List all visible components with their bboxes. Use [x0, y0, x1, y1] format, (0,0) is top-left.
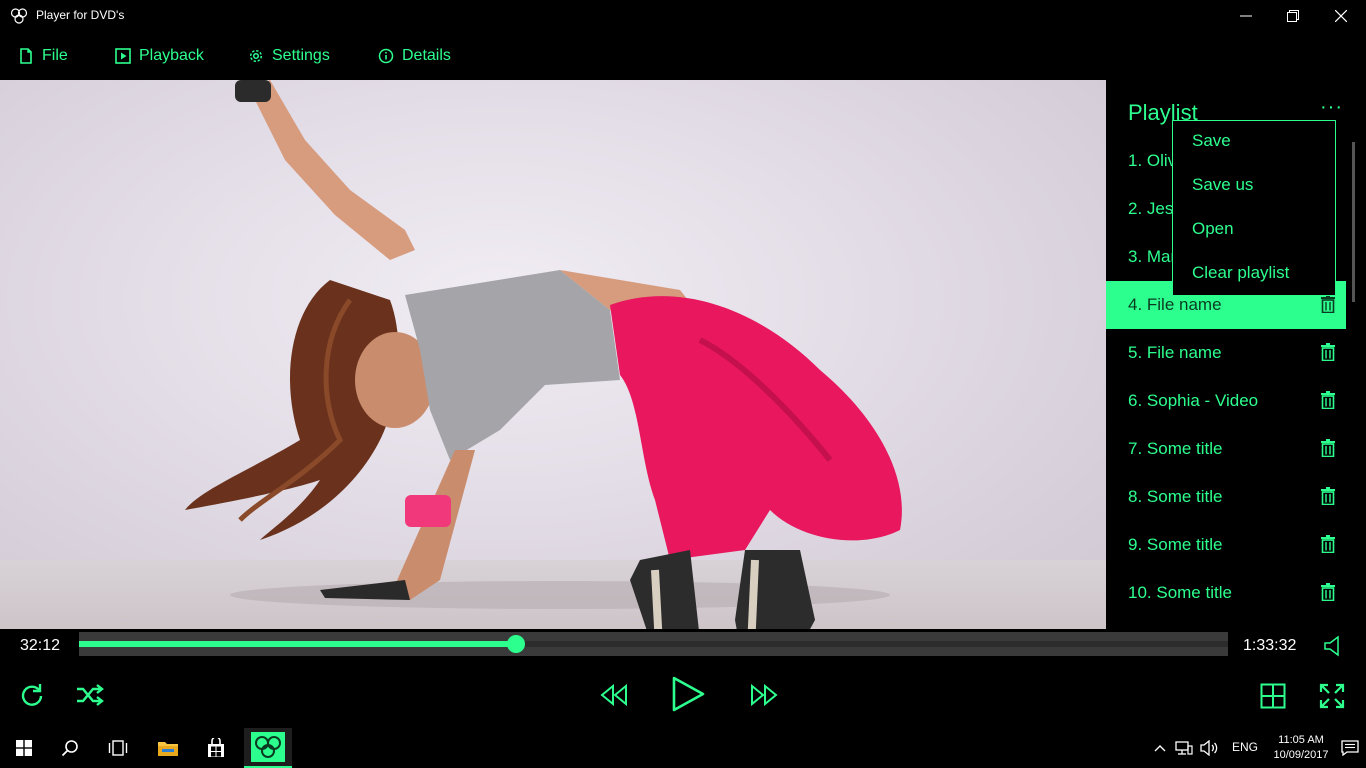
app-title: Player for DVD's: [36, 8, 125, 22]
show-hidden-icons-button[interactable]: [1148, 728, 1172, 768]
trash-icon[interactable]: [1320, 391, 1336, 409]
minimize-button[interactable]: [1222, 0, 1270, 32]
current-time: 32:12: [20, 637, 61, 654]
trash-icon[interactable]: [1320, 535, 1336, 553]
playback-controls: [0, 663, 1366, 728]
search-icon: [61, 740, 78, 757]
repeat-button[interactable]: [18, 681, 46, 709]
restore-button[interactable]: [1269, 0, 1317, 32]
file-explorer-button[interactable]: [144, 728, 192, 768]
playlist-scrollbar[interactable]: [1352, 142, 1355, 302]
fast-forward-button[interactable]: [750, 682, 778, 708]
folder-icon: [158, 742, 178, 756]
player-app-icon: [251, 732, 285, 762]
dancer-video-frame: [185, 80, 902, 629]
playlist-item[interactable]: 8. Some title: [1106, 473, 1346, 521]
menu-item-save-us[interactable]: Save us: [1192, 175, 1253, 195]
menu-settings-label: Settings: [272, 47, 330, 64]
close-icon: [1335, 10, 1347, 22]
playlist-context-menu: Save Save us Open Clear playlist: [1172, 120, 1336, 296]
menu-details[interactable]: Details: [378, 44, 451, 68]
trash-icon[interactable]: [1320, 439, 1336, 457]
playlist-item-label: 6. Sophia - Video: [1128, 391, 1259, 410]
input-language[interactable]: ENG: [1232, 740, 1258, 754]
info-icon: [378, 48, 394, 64]
menu-details-label: Details: [402, 47, 451, 64]
rewind-button[interactable]: [600, 682, 628, 708]
windows-logo-icon: [16, 740, 32, 756]
chevron-up-icon: [1154, 745, 1166, 752]
volume-tray-button[interactable]: [1196, 728, 1222, 768]
shuffle-button[interactable]: [74, 681, 106, 709]
start-button[interactable]: [0, 728, 48, 768]
playlist-item[interactable]: 6. Sophia - Video: [1106, 377, 1346, 425]
clock-time[interactable]: 11:05 AM: [1270, 734, 1332, 746]
playlist-item-label: 9. Some title: [1128, 535, 1223, 554]
trash-icon[interactable]: [1320, 295, 1336, 313]
store-icon: [208, 738, 224, 757]
network-button[interactable]: [1172, 728, 1196, 768]
repeat-icon: [21, 684, 43, 706]
playlist-item[interactable]: 9. Some title: [1106, 521, 1346, 569]
trash-icon[interactable]: [1320, 487, 1336, 505]
seek-bar-row: 32:12 1:33:32: [0, 629, 1366, 663]
trash-icon[interactable]: [1320, 343, 1336, 361]
close-button[interactable]: [1317, 0, 1365, 32]
fullscreen-icon: [1319, 683, 1345, 709]
playlist-item[interactable]: 7. Some title: [1106, 425, 1346, 473]
network-icon: [1175, 741, 1193, 755]
play-icon: [672, 676, 705, 712]
menu-file-label: File: [42, 47, 68, 64]
shuffle-icon: [77, 684, 104, 706]
total-time: 1:33:32: [1243, 637, 1297, 654]
playlist-item-label: 7. Some title: [1128, 439, 1223, 458]
menu-bar: File Playback Settings Details: [0, 32, 1366, 80]
play-button[interactable]: [668, 673, 708, 715]
playlist-more-button[interactable]: ···: [1320, 97, 1350, 122]
menu-settings[interactable]: Settings: [248, 44, 330, 68]
windows-taskbar: ENG 11:05 AM 10/09/2017: [0, 728, 1366, 768]
grid-icon: [1260, 683, 1286, 709]
menu-file[interactable]: File: [18, 44, 68, 68]
store-button[interactable]: [192, 728, 240, 768]
notification-icon: [1341, 740, 1359, 756]
taskbar-app-player[interactable]: [244, 728, 292, 768]
fullscreen-button[interactable]: [1318, 682, 1346, 710]
rewind-icon: [600, 684, 627, 706]
fast-forward-icon: [751, 684, 778, 706]
menu-item-save[interactable]: Save: [1192, 131, 1231, 151]
speaker-icon: [1200, 740, 1218, 756]
action-center-button[interactable]: [1336, 728, 1364, 768]
task-view-button[interactable]: [94, 728, 142, 768]
layout-button[interactable]: [1259, 682, 1287, 710]
minimize-icon: [1240, 15, 1252, 17]
search-button[interactable]: [46, 728, 94, 768]
play-square-icon: [115, 48, 131, 64]
menu-playback-label: Playback: [139, 47, 204, 64]
menu-playback[interactable]: Playback: [115, 44, 204, 68]
playlist-item[interactable]: 10. Some title: [1106, 569, 1346, 617]
title-bar: Player for DVD's: [0, 0, 1366, 32]
trash-icon[interactable]: [1320, 583, 1336, 601]
file-icon: [20, 48, 32, 64]
task-view-icon: [108, 740, 128, 756]
playlist-item[interactable]: 5. File name: [1106, 329, 1346, 377]
gear-icon: [249, 49, 263, 63]
seek-handle[interactable]: [507, 635, 525, 653]
menu-item-clear-playlist[interactable]: Clear playlist: [1192, 263, 1289, 283]
playlist-item-label: 8. Some title: [1128, 487, 1223, 506]
playlist-item-label: 10. Some title: [1128, 583, 1232, 602]
playlist-item-label: 4. File name: [1128, 295, 1222, 314]
volume-icon[interactable]: [1322, 635, 1344, 657]
video-display[interactable]: [0, 80, 1106, 629]
seek-progress: [79, 641, 516, 647]
menu-item-open[interactable]: Open: [1192, 219, 1234, 239]
clock-date[interactable]: 10/09/2017: [1270, 749, 1332, 761]
restore-icon: [1287, 10, 1299, 22]
playlist-item-label: 5. File name: [1128, 343, 1222, 362]
app-logo-icon: [10, 8, 28, 24]
